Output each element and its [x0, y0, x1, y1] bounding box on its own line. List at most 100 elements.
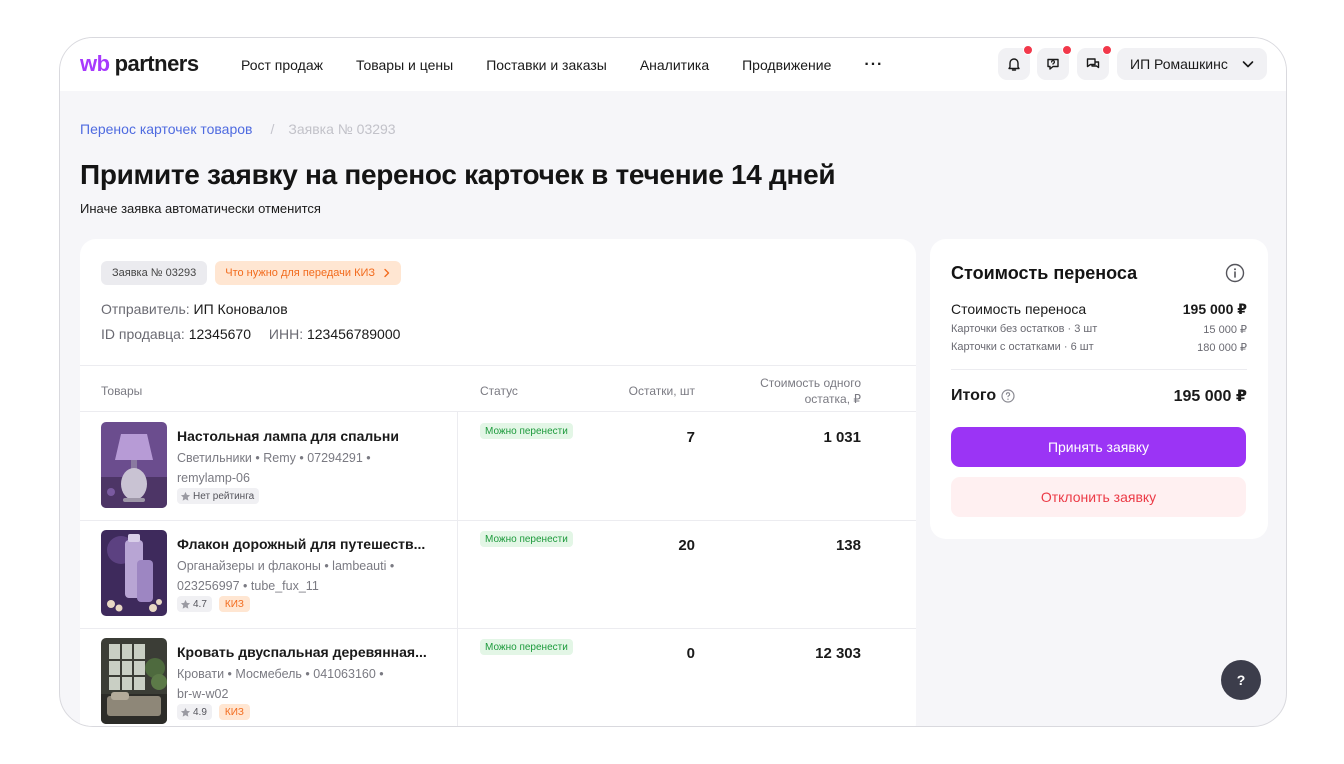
product-name[interactable]: Кровать двуспальная деревянная...: [177, 644, 427, 660]
col-status: Статус: [480, 384, 518, 398]
col-unit-cost-line1: Стоимость одного: [760, 376, 861, 390]
reject-request-button[interactable]: Отклонить заявку: [951, 477, 1246, 517]
cost-row: Стоимость переноса 195 000 ₽: [951, 301, 1247, 318]
notification-dot: [1062, 45, 1072, 55]
product-desc-line2: remylamp-06: [177, 471, 250, 485]
chevron-down-icon: [1242, 61, 1254, 68]
product-description: Органайзеры и флаконы • lambeauti • 0232…: [177, 556, 397, 596]
sender-value: ИП Коновалов: [193, 301, 288, 317]
transfer-cost-card: Стоимость переноса Стоимость переноса 19…: [930, 239, 1268, 539]
bell-icon: [1008, 58, 1020, 71]
table-row[interactable]: Кровать двуспальная деревянная... Кроват…: [80, 628, 916, 726]
status-badge: Можно перенести: [480, 531, 573, 547]
request-badges: Заявка № 03293 Что нужно для передачи КИ…: [101, 261, 402, 285]
user-menu-button[interactable]: ИП Ромашкинс: [1117, 48, 1267, 80]
kiz-badge: КИЗ: [218, 704, 250, 720]
kiz-badge: КИЗ: [218, 596, 250, 612]
table-row[interactable]: Флакон дорожный для путешеств... Органай…: [80, 520, 916, 629]
status-badge: Можно перенести: [480, 639, 573, 655]
logo-partners: partners: [114, 51, 200, 76]
breadcrumb-parent-link[interactable]: Перенос карточек товаров: [80, 121, 252, 137]
breadcrumb-current: Заявка № 03293: [288, 121, 396, 137]
nav-sales-growth[interactable]: Рост продаж: [241, 57, 323, 73]
product-image-lamp: [101, 422, 167, 508]
product-desc-line1: Кровати • Мосмебель • 041063160 •: [177, 667, 384, 681]
product-tags: Нет рейтинга: [177, 488, 260, 504]
table-row[interactable]: Настольная лампа для спальни Светильники…: [80, 412, 916, 521]
support-button[interactable]: [1037, 45, 1072, 80]
divider: [951, 369, 1247, 370]
product-tags: 4.7 КИЗ: [177, 596, 250, 612]
total-row: Итого 195 000 ₽: [951, 386, 1247, 406]
wb-partners-logo[interactable]: wb partners: [80, 51, 199, 77]
product-description: Светильники • Remy • 07294291 • remylamp…: [177, 448, 397, 488]
notifications-button[interactable]: [998, 45, 1033, 80]
app-window: wb partners Рост продаж Товары и цены По…: [59, 37, 1287, 727]
info-icon[interactable]: [1225, 263, 1245, 283]
nav-products-prices[interactable]: Товары и цены: [356, 57, 453, 73]
product-name[interactable]: Настольная лампа для спальни: [177, 428, 399, 444]
col-unit-cost-line2: остатка, ₽: [804, 392, 861, 406]
rating-value: 4.7: [193, 598, 207, 610]
product-name[interactable]: Флакон дорожный для путешеств...: [177, 536, 425, 552]
status-badge: Можно перенести: [480, 423, 573, 439]
no-stock-label: Карточки без остатков · 3 шт: [951, 323, 1098, 335]
chat-question-icon: [1047, 58, 1059, 70]
unit-cost-value: 1 031: [823, 429, 861, 446]
star-icon: [180, 707, 191, 717]
more-menu-icon[interactable]: ···: [864, 56, 883, 74]
product-image-bottle: [101, 530, 167, 616]
product-desc-line1: Светильники • Remy • 07294291 •: [177, 451, 371, 465]
breadcrumb-separator: /: [270, 121, 275, 137]
with-stock-row: Карточки с остатками · 6 шт 180 000 ₽: [951, 341, 1247, 354]
cost-value: 195 000 ₽: [1182, 301, 1247, 317]
help-button[interactable]: ?: [1221, 660, 1261, 700]
stock-value: 0: [686, 645, 695, 662]
stock-value: 7: [686, 429, 695, 446]
product-image-bed: [101, 638, 167, 724]
star-icon: [180, 599, 191, 609]
product-tags: 4.9 КИЗ: [177, 704, 250, 720]
nav-supplies-orders[interactable]: Поставки и заказы: [486, 57, 607, 73]
product-description: Кровати • Мосмебель • 041063160 • br-w-w…: [177, 664, 397, 704]
inn-label: ИНН:: [268, 326, 304, 342]
page-subtitle: Иначе заявка автоматически отменится: [80, 201, 321, 216]
cost-card-title: Стоимость переноса: [951, 263, 1138, 283]
messages-button[interactable]: [1077, 45, 1112, 80]
main-nav: Рост продаж Товары и цены Поставки и зак…: [241, 38, 883, 91]
table-header: Товары Статус Остатки, шт Стоимость одно…: [80, 365, 916, 412]
notification-dot: [1102, 45, 1112, 55]
rating-badge: Нет рейтинга: [177, 488, 260, 504]
rating-value: Нет рейтинга: [193, 490, 255, 502]
with-stock-label: Карточки с остатками · 6 шт: [951, 341, 1094, 353]
product-desc-line2: br-w-w02: [177, 687, 229, 701]
nav-analytics[interactable]: Аналитика: [640, 57, 709, 73]
kiz-info-link[interactable]: Что нужно для передачи КИЗ: [215, 261, 402, 285]
column-divider: [457, 412, 458, 726]
accept-request-button[interactable]: Принять заявку: [951, 427, 1246, 467]
rating-badge: 4.7: [177, 596, 212, 612]
total-label-group: Итого: [951, 386, 1015, 406]
star-icon: [180, 491, 191, 501]
cost-label: Стоимость переноса: [951, 301, 1087, 317]
unit-cost-value: 12 303: [815, 645, 861, 662]
unit-cost-value: 138: [835, 537, 861, 554]
rating-badge: 4.9: [177, 704, 212, 720]
seller-id-value: 12345670: [188, 326, 252, 342]
help-circle-icon[interactable]: [1001, 389, 1015, 403]
inn-value: 123456789000: [306, 326, 401, 342]
request-number-badge: Заявка № 03293: [101, 261, 208, 285]
user-name: ИП Ромашкинс: [1130, 56, 1228, 72]
top-navigation-bar: wb partners Рост продаж Товары и цены По…: [60, 38, 1286, 91]
with-stock-value: 180 000 ₽: [1197, 342, 1247, 354]
chevron-right-icon: [384, 268, 390, 278]
page-title: Примите заявку на перенос карточек в теч…: [80, 159, 836, 190]
no-stock-value: 15 000 ₽: [1203, 324, 1247, 336]
nav-promotion[interactable]: Продвижение: [742, 57, 831, 73]
notification-dot: [1023, 45, 1033, 55]
request-details-card: Заявка № 03293 Что нужно для передачи КИ…: [80, 239, 916, 726]
total-label: Итого: [951, 387, 997, 404]
stock-value: 20: [678, 537, 695, 554]
col-stock: Остатки, шт: [628, 384, 695, 398]
col-products: Товары: [101, 384, 143, 398]
